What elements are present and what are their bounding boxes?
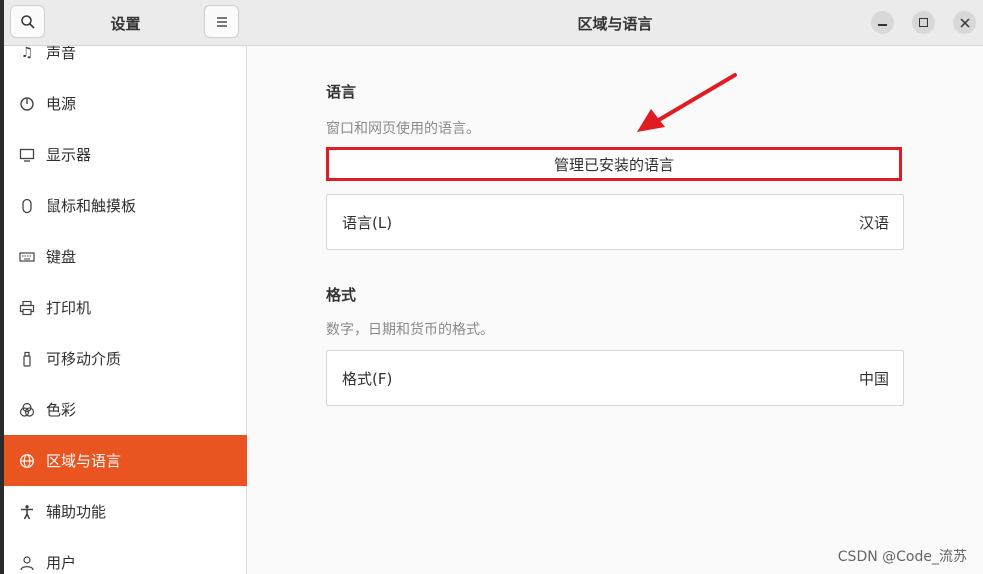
sidebar-item-region-language[interactable]: 区域与语言 [4,435,247,486]
language-row-value: 汉语 [858,213,889,232]
sidebar-item-label: 电源 [46,95,77,113]
formats-section-description: 数字，日期和货币的格式。 [326,322,494,338]
monitor-icon [18,146,36,164]
sidebar-item-label: 辅助功能 [46,503,107,521]
globe-icon [18,452,36,470]
sidebar-item-printers[interactable]: 打印机 [4,282,247,333]
accessibility-icon [18,503,36,521]
language-section-description: 窗口和网页使用的语言。 [326,121,480,137]
hamburger-menu-icon [216,16,227,27]
power-icon [18,95,36,113]
formats-section-title: 格式 [326,286,357,304]
sidebar-item-accessibility[interactable]: 辅助功能 [4,486,247,537]
sidebar-item-displays[interactable]: 显示器 [4,129,247,180]
sidebar-item-label: 色彩 [46,401,77,419]
sidebar-item-label: 打印机 [46,299,92,317]
close-icon [959,17,970,28]
watermark: CSDN @Code_流苏 [837,549,967,565]
color-icon [18,401,36,419]
header-bar: 区域与语言 [247,0,983,46]
keyboard-icon [18,248,36,266]
language-row-label: 语言(L) [342,213,393,232]
sidebar-item-label: 键盘 [46,248,77,266]
removable-media-icon [18,350,36,368]
sidebar-item-label: 可移动介质 [46,350,122,368]
formats-row-value: 中国 [858,369,889,388]
sidebar-item-users[interactable]: 用户 [4,537,247,574]
sidebar-item-label: 区域与语言 [46,452,122,470]
sidebar-list[interactable]: ♫ 声音 电源 显示器 鼠标和触摸板 键盘 打印机 可移动介质 色彩 区域与语言… [4,27,247,574]
minimize-icon [878,24,887,26]
menu-button[interactable] [204,5,239,38]
sidebar-header: 设置 [4,0,247,46]
sidebar-item-mouse[interactable]: 鼠标和触摸板 [4,180,247,231]
minimize-button[interactable] [871,11,894,34]
sidebar-item-label: 用户 [46,554,77,572]
sidebar-item-label: 显示器 [46,146,92,164]
sidebar: ♫ 声音 电源 显示器 鼠标和触摸板 键盘 打印机 可移动介质 色彩 区域与语言… [4,0,247,574]
sidebar-item-color[interactable]: 色彩 [4,384,247,435]
annotation-arrow [637,73,737,132]
language-row[interactable]: 语言(L) 汉语 [326,194,904,250]
formats-row[interactable]: 格式(F) 中国 [326,350,904,406]
mouse-icon [18,197,36,215]
user-icon [18,554,36,572]
music-note-icon: ♫ [20,44,34,61]
manage-installed-languages-button[interactable]: 管理已安装的语言 [326,147,902,181]
formats-row-label: 格式(F) [342,369,393,388]
settings-window: ♫ 声音 电源 显示器 鼠标和触摸板 键盘 打印机 可移动介质 色彩 区域与语言… [4,0,983,574]
maximize-icon [919,18,928,27]
main-content: 语言 窗口和网页使用的语言。 管理已安装的语言 语言(L) 汉语 格式 数字，日… [247,46,983,574]
sidebar-item-power[interactable]: 电源 [4,78,247,129]
close-button[interactable] [953,11,976,34]
sidebar-item-removable-media[interactable]: 可移动介质 [4,333,247,384]
maximize-button[interactable] [912,11,935,34]
printer-icon [18,299,36,317]
sidebar-item-keyboard[interactable]: 键盘 [4,231,247,282]
sidebar-item-label: 鼠标和触摸板 [46,197,137,215]
language-section-title: 语言 [326,83,357,101]
